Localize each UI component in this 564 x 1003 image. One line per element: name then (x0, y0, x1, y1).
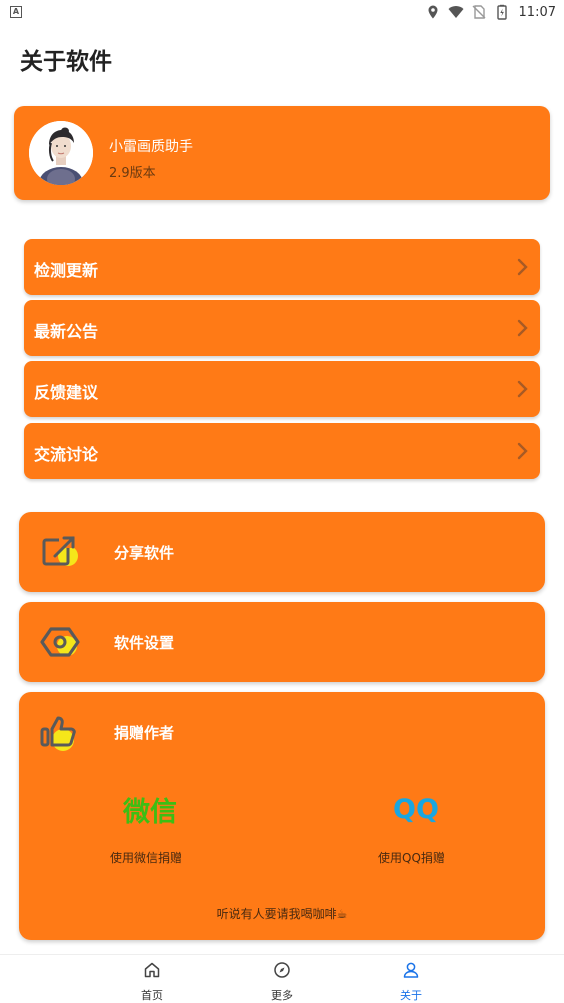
nav-about[interactable]: 关于 (381, 961, 441, 1002)
menu-item-label: 反馈建议 (34, 383, 99, 402)
app-settings-label: 软件设置 (114, 634, 175, 652)
battery-charging-icon (494, 4, 510, 20)
coffee-text: 听说有人要请我喝咖啡☕ (216, 907, 348, 921)
app-settings-card[interactable]: 软件设置 (19, 602, 545, 682)
thumbs-up-icon (39, 710, 83, 754)
menu-item-feedback[interactable]: 反馈建议 (24, 361, 540, 417)
menu-item-label: 检测更新 (34, 261, 99, 280)
location-icon (425, 4, 441, 20)
chevron-right-icon (516, 379, 530, 399)
page-title: 关于软件 (20, 49, 112, 75)
chevron-right-icon (516, 318, 530, 338)
app-version: 2.9版本 (109, 166, 156, 181)
nav-home[interactable]: 首页 (122, 961, 182, 1002)
avatar (29, 121, 93, 185)
no-sim-icon (471, 4, 487, 20)
status-bar: A 11:07 (0, 0, 564, 24)
wechat-donate-button[interactable]: 微信 (123, 790, 177, 829)
share-app-label: 分享软件 (114, 544, 175, 562)
status-time: 11:07 (518, 4, 556, 20)
home-icon (143, 961, 161, 983)
menu-item-announcement[interactable]: 最新公告 (24, 300, 540, 356)
accessibility-a-icon: A (10, 6, 22, 18)
bottom-nav: 首页 更多 关于 (0, 954, 564, 1002)
menu-item-label: 最新公告 (34, 322, 99, 341)
share-app-card[interactable]: 分享软件 (19, 512, 545, 592)
wifi-icon (448, 4, 464, 20)
menu-item-discussion[interactable]: 交流讨论 (24, 423, 540, 479)
person-icon (402, 961, 420, 983)
donate-label: 捐赠作者 (114, 724, 175, 742)
donate-card: 捐赠作者 微信 QQ 使用微信捐赠 使用QQ捐赠 听说有人要请我喝咖啡☕ (19, 692, 545, 940)
nav-about-label: 关于 (400, 989, 422, 1002)
chevron-right-icon (516, 441, 530, 461)
nav-home-label: 首页 (141, 989, 163, 1002)
app-name: 小雷画质助手 (109, 139, 193, 155)
wechat-donate-caption: 使用微信捐赠 (110, 851, 183, 865)
compass-icon (273, 961, 291, 983)
qq-donate-caption: 使用QQ捐赠 (378, 851, 445, 865)
share-edit-icon (39, 530, 83, 574)
menu-item-label: 交流讨论 (34, 445, 99, 464)
profile-card: 小雷画质助手 2.9版本 (14, 106, 550, 200)
menu-item-check-update[interactable]: 检测更新 (24, 239, 540, 295)
qq-donate-button[interactable]: QQ (393, 794, 439, 825)
nav-more[interactable]: 更多 (252, 961, 312, 1002)
chevron-right-icon (516, 257, 530, 277)
nav-more-label: 更多 (271, 989, 293, 1002)
settings-nut-icon (39, 620, 83, 664)
